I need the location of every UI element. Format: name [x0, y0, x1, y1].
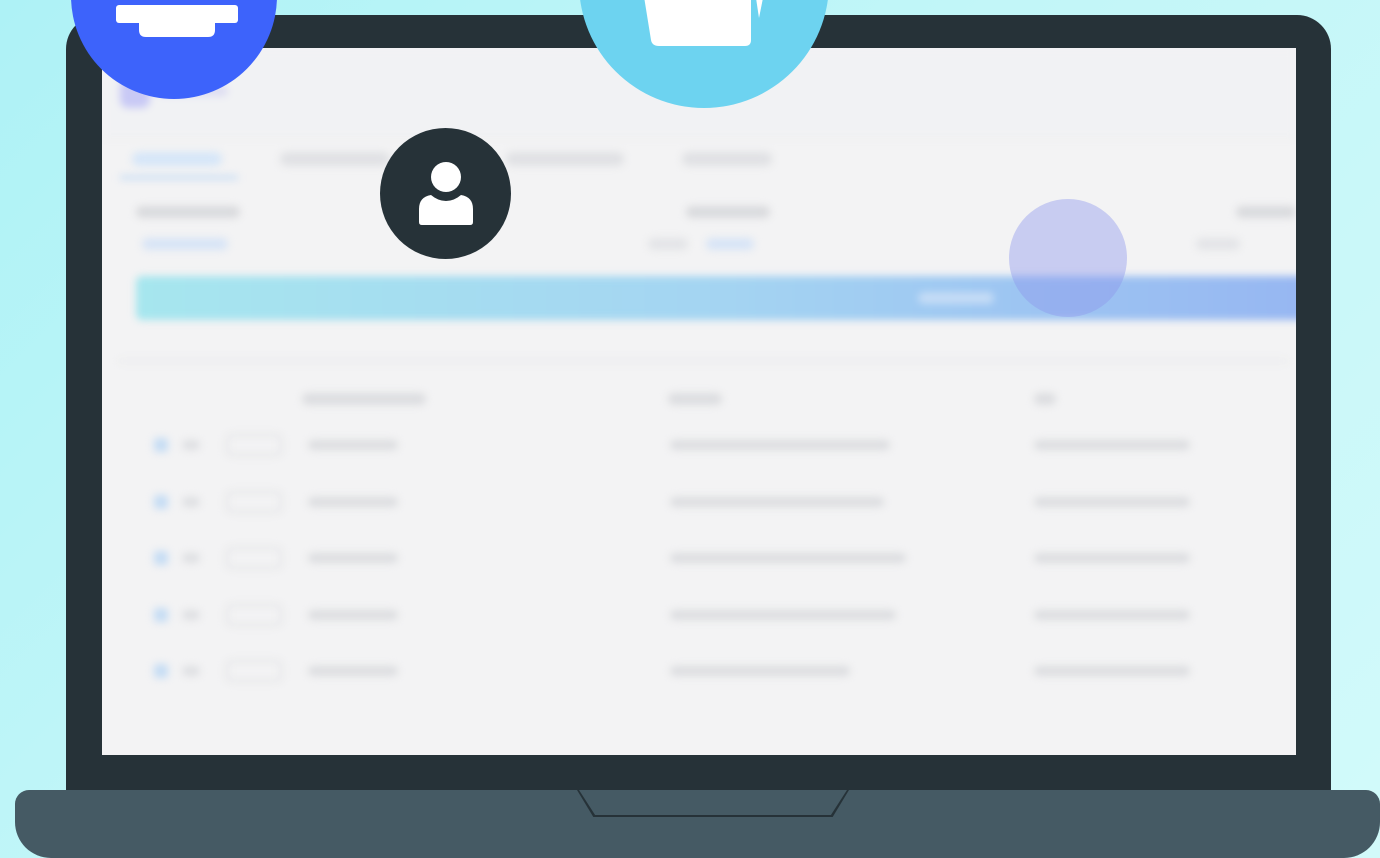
- row-number-placeholder: [182, 497, 200, 507]
- row-cell-3-placeholder: [1034, 553, 1190, 563]
- filter-value-2b-placeholder: [706, 238, 754, 250]
- row-tag: [226, 604, 282, 626]
- row-tag: [226, 660, 282, 682]
- tab-4-placeholder: [682, 152, 772, 166]
- row-cell-1-placeholder: [308, 666, 398, 676]
- row-tag: [226, 547, 282, 569]
- row-number-placeholder: [182, 553, 200, 563]
- active-tab-indicator: [120, 176, 238, 179]
- table-row: [142, 426, 1282, 466]
- document-icon: [644, 0, 763, 46]
- filter-value-3-placeholder: [1196, 238, 1240, 250]
- row-checkbox: [154, 551, 168, 565]
- row-number-placeholder: [182, 666, 200, 676]
- tab-1-placeholder: [132, 152, 222, 166]
- row-cell-2-placeholder: [670, 497, 884, 507]
- table-row: [142, 652, 1282, 692]
- row-cell-2-placeholder: [670, 553, 906, 563]
- column-header-2-placeholder: [668, 393, 722, 405]
- row-checkbox: [154, 664, 168, 678]
- row-cell-3-placeholder: [1034, 440, 1190, 450]
- user-icon: [419, 162, 473, 225]
- row-number-placeholder: [182, 440, 200, 450]
- row-cell-1-placeholder: [308, 497, 398, 507]
- filter-value-1-placeholder: [142, 238, 228, 250]
- document-badge: [579, 0, 829, 108]
- row-tag: [226, 434, 282, 456]
- row-cell-3-placeholder: [1034, 610, 1190, 620]
- column-header-3-placeholder: [1034, 393, 1056, 405]
- row-checkbox: [154, 495, 168, 509]
- action-banner: [136, 276, 1296, 320]
- row-checkbox: [154, 438, 168, 452]
- row-number-placeholder: [182, 610, 200, 620]
- decorative-circle: [1009, 199, 1127, 317]
- laptop-screen: [102, 48, 1296, 755]
- blurred-app-view: [102, 48, 1296, 755]
- tab-3-placeholder: [506, 152, 624, 166]
- table-row: [142, 483, 1282, 523]
- row-cell-3-placeholder: [1034, 666, 1190, 676]
- row-cell-1-placeholder: [308, 610, 398, 620]
- filter-value-2a-placeholder: [648, 238, 688, 250]
- section-divider: [118, 360, 1288, 362]
- row-cell-2-placeholder: [670, 440, 890, 450]
- tab-2-placeholder: [280, 152, 390, 166]
- row-cell-1-placeholder: [308, 553, 398, 563]
- row-cell-3-placeholder: [1034, 497, 1190, 507]
- user-badge: [380, 128, 511, 259]
- trackpad-notch: [579, 790, 847, 815]
- row-tag: [226, 491, 282, 513]
- printer-icon: [116, 5, 238, 37]
- row-cell-2-placeholder: [670, 666, 850, 676]
- table-row: [142, 539, 1282, 579]
- table-row: [142, 596, 1282, 636]
- filter-label-1-placeholder: [136, 206, 240, 218]
- row-cell-1-placeholder: [308, 440, 398, 450]
- row-checkbox: [154, 608, 168, 622]
- laptop-base: [15, 790, 1380, 858]
- printer-badge: [71, 0, 277, 99]
- column-header-1-placeholder: [302, 393, 426, 405]
- filter-label-2-placeholder: [686, 206, 770, 218]
- filter-label-3-placeholder: [1236, 206, 1296, 218]
- row-cell-2-placeholder: [670, 610, 896, 620]
- banner-text-placeholder: [918, 292, 994, 304]
